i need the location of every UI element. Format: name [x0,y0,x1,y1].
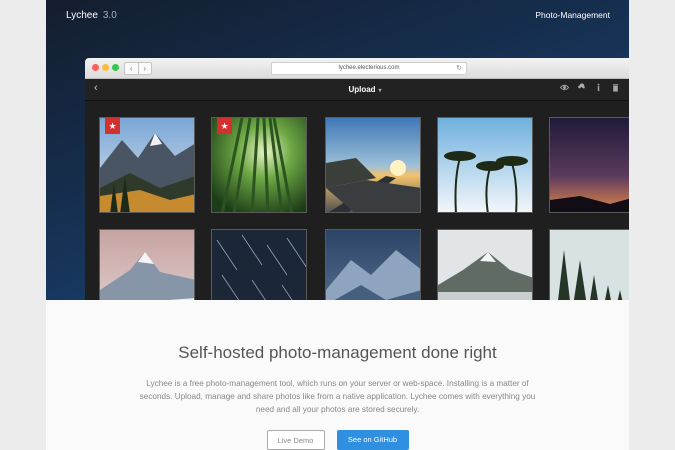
back-arrow-icon[interactable]: ‹ [125,63,138,74]
github-button[interactable]: See on GitHub [336,430,409,450]
star-badge: ★ [217,118,232,134]
photo-thumb-star-trails[interactable] [211,229,307,300]
minimize-dot-icon[interactable] [102,64,109,71]
nav-link-photo-management[interactable]: Photo-Management [535,10,610,20]
photo-thumb-mountain-valley[interactable]: ★ [99,117,195,213]
photo-thumb-snowy-peak[interactable] [99,229,195,300]
photo-thumb-night-sky[interactable] [549,117,629,213]
page-headline: Self-hosted photo-management done right [178,343,497,362]
photo-thumb-icy-ridge[interactable] [325,229,421,300]
photo-thumb-pine-forest[interactable] [549,229,629,300]
photo-thumb-sunset-road[interactable] [325,117,421,213]
info-icon[interactable] [594,83,603,94]
cloud-upload-icon[interactable] [577,83,586,94]
version-label: 3.0 [102,10,117,21]
plus-icon[interactable]: + [628,82,630,94]
browser-window: ‹ › lychee.electerious.com ↻ ‹ Upload▾ + [85,58,629,300]
reload-icon[interactable]: ↻ [456,63,462,74]
photo-thumb-misty-mountain[interactable] [437,229,533,300]
url-text: lychee.electerious.com [338,65,400,71]
address-bar[interactable]: lychee.electerious.com ↻ [271,62,467,75]
hero-section: Lychee 3.0 Photo-Management ‹ › lychee.el… [46,0,629,300]
toolbar-actions: + [559,82,630,94]
album-title[interactable]: Upload ▾ [85,85,629,94]
star-badge: ★ [105,118,120,134]
photo-thumb-palm-trees[interactable] [437,117,533,213]
description-text: Lychee is a free photo-management tool, … [139,379,536,414]
live-demo-button[interactable]: Live Demo [266,430,325,450]
brand[interactable]: Lychee 3.0 [66,10,117,21]
forward-arrow-icon[interactable]: › [137,63,152,74]
intro-section: Self-hosted photo-management done right … [46,300,629,450]
trash-icon[interactable] [611,83,620,94]
page: Lychee 3.0 Photo-Management ‹ › lychee.el… [46,0,629,450]
cta-buttons: Live Demo See on GitHub [46,430,629,450]
browser-chrome: ‹ › lychee.electerious.com ↻ [85,58,629,79]
brand-name[interactable]: Lychee [66,10,98,21]
lychee-toolbar: ‹ Upload▾ + [85,79,629,101]
photo-thumb-bamboo-forest[interactable]: ★ [211,117,307,213]
album-title-text: Upload [348,85,376,94]
eye-icon[interactable] [559,83,570,94]
history-buttons: ‹ › [124,62,152,75]
chevron-down-icon: ▾ [378,88,382,94]
maximize-dot-icon[interactable] [112,64,119,71]
close-dot-icon[interactable] [92,64,99,71]
